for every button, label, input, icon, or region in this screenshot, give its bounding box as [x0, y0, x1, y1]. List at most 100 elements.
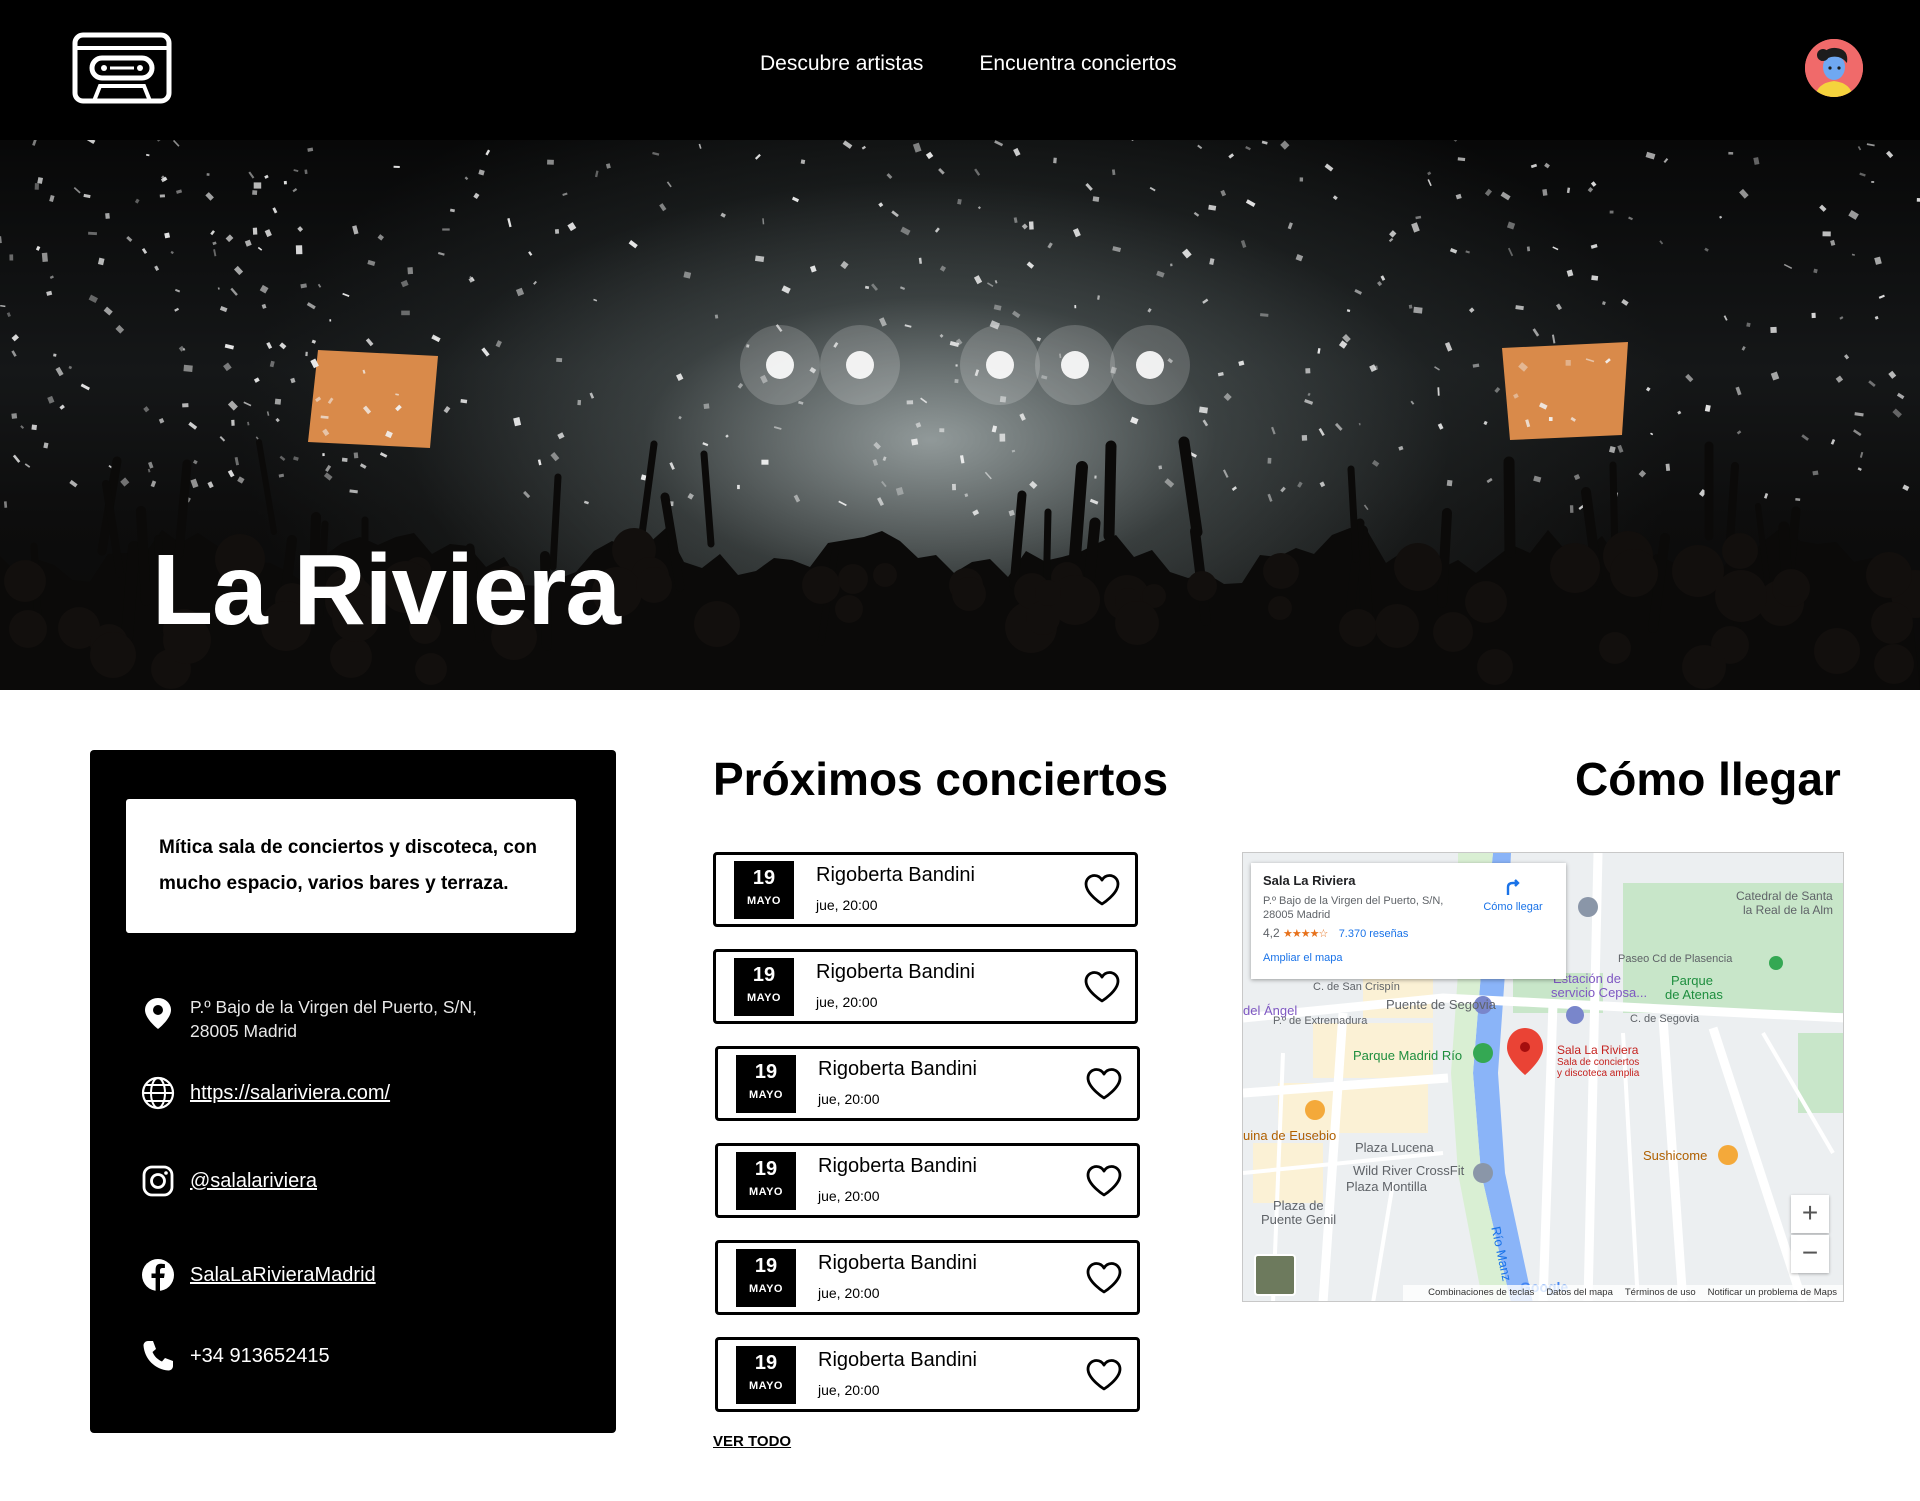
heart-icon[interactable] — [1083, 873, 1121, 907]
concert-artist: Rigoberta Bandini — [816, 961, 975, 983]
star-rating-icon: ★★★★☆ — [1283, 928, 1328, 940]
map-footer: Combinaciones de teclas Datos del mapa T… — [1403, 1285, 1843, 1301]
date-badge: 19 MAYO — [734, 861, 794, 919]
website-row: https://salariviera.com/ — [140, 1075, 390, 1111]
concert-day: 19 — [752, 964, 776, 986]
concert-card[interactable]: 19 MAYO Rigoberta Bandini jue, 20:00 — [715, 1046, 1140, 1121]
date-badge: 19 MAYO — [736, 1055, 796, 1113]
directions-title: Cómo llegar — [1575, 753, 1841, 805]
concert-card[interactable]: 19 MAYO Rigoberta Bandini jue, 20:00 — [713, 852, 1138, 927]
concert-datetime: jue, 20:00 — [818, 1091, 880, 1107]
map-label-puente-segovia: Puente de Segovia — [1386, 997, 1496, 1012]
map-place-card: Sala La Riviera P.º Bajo de la Virgen de… — [1251, 863, 1566, 979]
map-rating-row: 4,2 ★★★★☆ 7.370 reseñas — [1263, 926, 1554, 940]
top-navbar: Descubre artistas Encuentra conciertos — [0, 0, 1920, 140]
map-pin-subtitle-1: Sala de conciertos — [1557, 1057, 1640, 1068]
concert-month: MAYO — [747, 992, 781, 1004]
concert-artist: Rigoberta Bandini — [816, 864, 975, 886]
website-link[interactable]: https://salariviera.com/ — [190, 1081, 390, 1105]
concert-datetime: jue, 20:00 — [816, 897, 878, 913]
facebook-row: SalaLaRivieraMadrid — [140, 1257, 376, 1293]
concert-card[interactable]: 19 MAYO Rigoberta Bandini jue, 20:00 — [715, 1337, 1140, 1412]
map-label-plasencia: Paseo Cd de Plasencia — [1618, 953, 1733, 965]
map-label-parque-atenas-2: de Atenas — [1665, 987, 1723, 1002]
date-badge: 19 MAYO — [736, 1346, 796, 1404]
map-label-plaza-puente-2: Puente Genil — [1261, 1212, 1337, 1227]
directions-arrow-icon — [1506, 879, 1520, 895]
location-pin-icon — [145, 998, 171, 1029]
cassette-logo-icon[interactable] — [72, 32, 172, 104]
date-badge: 19 MAYO — [736, 1152, 796, 1210]
map-zoom-in-button[interactable]: + — [1791, 1195, 1829, 1233]
concert-artist: Rigoberta Bandini — [818, 1252, 977, 1274]
map-zoom-out-button[interactable]: − — [1791, 1235, 1829, 1273]
see-all-link[interactable]: VER TODO — [713, 1433, 791, 1450]
globe-icon — [141, 1076, 175, 1110]
embedded-map[interactable]: Catedral de Santa la Real de la Alm Pase… — [1242, 852, 1844, 1302]
venue-title: La Riviera — [152, 534, 621, 646]
concert-datetime: jue, 20:00 — [818, 1285, 880, 1301]
concert-month: MAYO — [749, 1380, 783, 1392]
map-label-wild-river: Wild River CrossFit — [1353, 1163, 1465, 1178]
upcoming-concerts-title: Próximos conciertos — [713, 753, 1169, 805]
concert-card[interactable]: 19 MAYO Rigoberta Bandini jue, 20:00 — [715, 1240, 1140, 1315]
facebook-icon — [142, 1259, 174, 1291]
avatar[interactable] — [1805, 39, 1863, 97]
map-label-plaza-montilla: Plaza Montilla — [1346, 1179, 1427, 1194]
map-footer-shortcuts[interactable]: Combinaciones de teclas — [1428, 1287, 1534, 1299]
phone-icon — [143, 1341, 173, 1371]
map-footer-terms[interactable]: Términos de uso — [1625, 1287, 1696, 1299]
venue-description: Mítica sala de conciertos y discoteca, c… — [159, 837, 538, 894]
map-label-extremadura: P.º de Extremadura — [1273, 1015, 1368, 1027]
concert-day: 19 — [752, 867, 776, 889]
map-directions-button[interactable]: Cómo llegar — [1473, 875, 1553, 913]
concert-day: 19 — [754, 1352, 778, 1374]
map-label-sushicome: Sushicome — [1643, 1148, 1708, 1163]
map-footer-data[interactable]: Datos del mapa — [1546, 1287, 1613, 1299]
map-label-catedral-2: la Real de la Alm — [1743, 903, 1834, 917]
map-label-quinta: uina de Eusebio — [1243, 1128, 1337, 1143]
venue-info-card: Mítica sala de conciertos y discoteca, c… — [90, 750, 616, 1433]
address-row: P.º Bajo de la Virgen del Puerto, S/N, 2… — [140, 995, 530, 1043]
concert-datetime: jue, 20:00 — [818, 1188, 880, 1204]
map-label-estacion-2: servicio Cepsa... — [1551, 985, 1648, 1000]
map-footer-report[interactable]: Notificar un problema de Maps — [1708, 1287, 1837, 1299]
map-label-plaza-puente: Plaza de — [1273, 1198, 1324, 1213]
facebook-link[interactable]: SalaLaRivieraMadrid — [190, 1263, 376, 1287]
instagram-link[interactable]: @salalariviera — [190, 1169, 317, 1193]
concert-datetime: jue, 20:00 — [818, 1382, 880, 1398]
map-label-parque-atenas: Parque — [1671, 973, 1713, 988]
map-reviews-link[interactable]: 7.370 reseñas — [1339, 928, 1409, 940]
date-badge: 19 MAYO — [736, 1249, 796, 1307]
concert-datetime: jue, 20:00 — [816, 994, 878, 1010]
heart-icon[interactable] — [1085, 1261, 1123, 1295]
heart-icon[interactable] — [1085, 1358, 1123, 1392]
concert-card[interactable]: 19 MAYO Rigoberta Bandini jue, 20:00 — [715, 1143, 1140, 1218]
nav-link-discover-artists[interactable]: Descubre artistas — [760, 52, 923, 76]
heart-icon[interactable] — [1085, 1067, 1123, 1101]
map-label-madrid-rio: Parque Madrid Río — [1353, 1048, 1463, 1063]
venue-description-box: Mítica sala de conciertos y discoteca, c… — [126, 799, 576, 933]
map-place-address: P.º Bajo de la Virgen del Puerto, S/N, 2… — [1263, 895, 1444, 921]
concert-artist: Rigoberta Bandini — [818, 1349, 977, 1371]
concert-card[interactable]: 19 MAYO Rigoberta Bandini jue, 20:00 — [713, 949, 1138, 1024]
map-enlarge-link[interactable]: Ampliar el mapa — [1263, 952, 1554, 964]
concert-day: 19 — [754, 1061, 778, 1083]
heart-icon[interactable] — [1083, 970, 1121, 1004]
phone-number: +34 913652415 — [190, 1345, 330, 1367]
concert-month: MAYO — [749, 1283, 783, 1295]
nav-link-find-concerts[interactable]: Encuentra conciertos — [979, 52, 1176, 76]
map-label-san-crispin: C. de San Crispín — [1313, 981, 1400, 993]
heart-icon[interactable] — [1085, 1164, 1123, 1198]
date-badge: 19 MAYO — [734, 958, 794, 1016]
concert-artist: Rigoberta Bandini — [818, 1058, 977, 1080]
map-pin-title: Sala La Riviera — [1557, 1043, 1639, 1057]
hero-banner: La Riviera — [0, 110, 1920, 690]
concert-month: MAYO — [749, 1186, 783, 1198]
instagram-row: @salalariviera — [140, 1163, 317, 1199]
map-label-plaza-lucena: Plaza Lucena — [1355, 1140, 1434, 1155]
concert-month: MAYO — [749, 1089, 783, 1101]
map-directions-label: Cómo llegar — [1483, 901, 1543, 913]
concert-day: 19 — [754, 1158, 778, 1180]
concert-artist: Rigoberta Bandini — [818, 1155, 977, 1177]
